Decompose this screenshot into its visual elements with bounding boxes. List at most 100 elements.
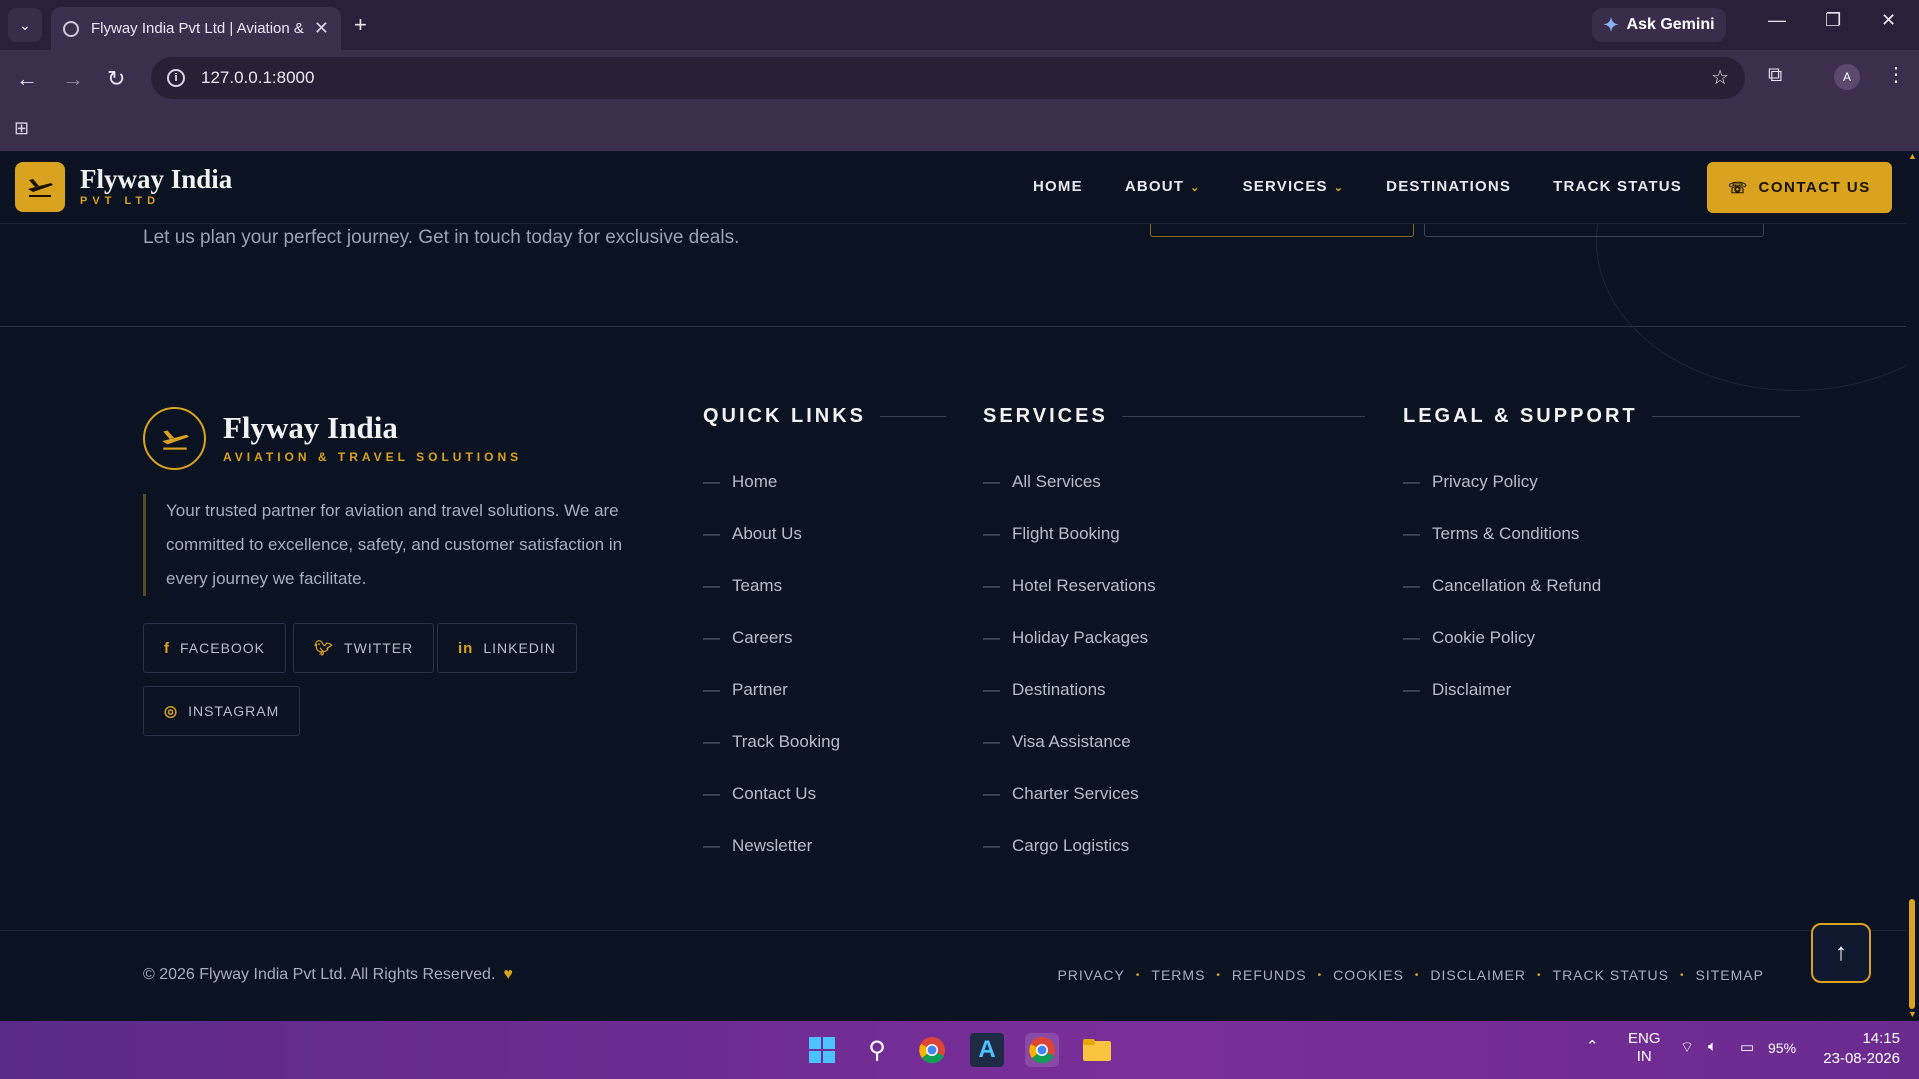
quick-links-list: — Home — About Us — Teams — Careers — Partner… (703, 472, 840, 888)
linkedin-button[interactable]: in LINKEDIN (437, 623, 577, 673)
forward-icon[interactable]: → (62, 66, 84, 92)
volume-icon[interactable]: 🔈︎ (1708, 1038, 1717, 1055)
close-tab-icon[interactable]: ✕ (314, 18, 329, 39)
ask-gemini-button[interactable]: ✦ Ask Gemini (1592, 8, 1726, 42)
nav-track-status[interactable]: TRACK STATUS (1553, 178, 1682, 195)
lang-text: ENG (1628, 1030, 1661, 1047)
list-item[interactable]: — Home (703, 472, 840, 524)
ask-gemini-label: Ask Gemini (1626, 16, 1715, 33)
chrome-active-icon[interactable] (1025, 1033, 1059, 1067)
list-item[interactable]: — Holiday Packages (983, 628, 1156, 680)
divider (880, 416, 946, 417)
file-explorer-icon[interactable] (1080, 1033, 1114, 1067)
browser-tab[interactable]: Flyway India Pvt Ltd | Aviation & ✕ (51, 7, 341, 50)
new-tab-button[interactable]: + (354, 12, 367, 38)
scrollbar-thumb[interactable] (1909, 899, 1915, 1009)
bottom-link-cookies[interactable]: COOKIES (1333, 967, 1404, 983)
logo-plane-icon[interactable] (15, 162, 65, 212)
legal-list: — Privacy Policy — Terms & Conditions — Can… (1403, 472, 1601, 732)
list-item[interactable]: — Disclaimer (1403, 680, 1601, 732)
restore-button[interactable]: ❐ (1825, 10, 1841, 31)
separator-dot: • (1216, 969, 1221, 981)
link-label: Flight Booking (1012, 524, 1120, 543)
link-label: About Us (732, 524, 802, 543)
logo-name[interactable]: Flyway India (80, 164, 232, 195)
facebook-button[interactable]: f FACEBOOK (143, 623, 287, 673)
list-item[interactable]: — Cargo Logistics (983, 836, 1156, 888)
address-bar[interactable]: i 127.0.0.1:8000 ☆ (151, 57, 1745, 99)
language-indicator[interactable]: ENG IN (1628, 1030, 1661, 1066)
scroll-down-arrow-icon[interactable]: ▼ (1908, 1009, 1917, 1019)
back-icon[interactable]: ← (16, 66, 38, 92)
list-item[interactable]: — Charter Services (983, 784, 1156, 836)
list-item[interactable]: — Track Booking (703, 732, 840, 784)
list-item[interactable]: — Teams (703, 576, 840, 628)
windows-start-icon[interactable] (805, 1033, 839, 1067)
bottom-link-disclaimer[interactable]: DISCLAIMER (1430, 967, 1526, 983)
contact-us-button[interactable]: ☏ CONTACT US (1707, 162, 1892, 213)
list-item[interactable]: — Newsletter (703, 836, 840, 888)
cta-text: Let us plan your perfect journey. Get in… (143, 227, 740, 248)
apps-grid-icon[interactable]: ⊞ (14, 118, 29, 139)
footer-bottom-links: PRIVACY • TERMS • REFUNDS • COOKIES • DISCLA… (1057, 967, 1764, 983)
profile-avatar[interactable]: A (1834, 64, 1860, 90)
list-item[interactable]: — Flight Booking (983, 524, 1156, 576)
services-heading: SERVICES (983, 405, 1365, 428)
services-title: SERVICES (983, 405, 1108, 427)
chevron-down-icon: ⌄ (1190, 182, 1201, 194)
globe-icon (63, 20, 79, 37)
bottom-link-terms[interactable]: TERMS (1151, 967, 1205, 983)
menu-dots-icon[interactable]: ⋮ (1886, 62, 1906, 87)
page-scrollbar[interactable]: ▲ ▼ (1906, 151, 1919, 1021)
nav-services-label: SERVICES (1242, 178, 1328, 195)
list-item[interactable]: — Destinations (983, 680, 1156, 732)
bottom-link-privacy[interactable]: PRIVACY (1057, 967, 1124, 983)
list-item[interactable]: — Cancellation & Refund (1403, 576, 1601, 628)
list-item[interactable]: — Visa Assistance (983, 732, 1156, 784)
link-label: Visa Assistance (1012, 732, 1131, 751)
clock[interactable]: 14:15 23-08-2026 (1818, 1029, 1900, 1069)
scroll-to-top-button[interactable]: ↑ (1811, 923, 1871, 983)
bottom-link-sitemap[interactable]: SITEMAP (1696, 967, 1764, 983)
extensions-icon[interactable]: ⧉ (1768, 64, 1782, 87)
headset-icon: ☏ (1728, 179, 1749, 197)
bookmark-star-icon[interactable]: ☆ (1711, 65, 1729, 90)
close-window-button[interactable]: ✕ (1881, 10, 1896, 31)
link-label: Holiday Packages (1012, 628, 1149, 647)
list-item[interactable]: — Cookie Policy (1403, 628, 1601, 680)
list-item[interactable]: — Contact Us (703, 784, 840, 836)
chevron-up-icon[interactable]: ⌃ (1586, 1037, 1599, 1055)
nav-about[interactable]: ABOUT ⌄ (1125, 178, 1201, 195)
list-item[interactable]: — Privacy Policy (1403, 472, 1601, 524)
twitter-button[interactable]: 🐦︎ TWITTER (293, 623, 435, 673)
list-item[interactable]: — All Services (983, 472, 1156, 524)
instagram-button[interactable]: ◎ INSTAGRAM (143, 686, 301, 736)
nav-destinations[interactable]: DESTINATIONS (1386, 178, 1511, 195)
legal-heading: LEGAL & SUPPORT (1403, 405, 1800, 428)
nav-home[interactable]: HOME (1033, 178, 1083, 195)
twitter-label: TWITTER (344, 640, 414, 656)
minimize-button[interactable]: — (1768, 10, 1786, 31)
link-label: Careers (732, 628, 793, 647)
battery-icon[interactable]: ▭ (1740, 1038, 1754, 1056)
list-item[interactable]: — Careers (703, 628, 840, 680)
separator-dot: • (1537, 969, 1542, 981)
tab-list-button[interactable]: ⌄ (8, 8, 42, 42)
search-icon[interactable]: ⚲ (860, 1033, 894, 1067)
bottom-link-refunds[interactable]: REFUNDS (1232, 967, 1307, 983)
reload-icon[interactable]: ↻ (107, 66, 125, 92)
list-item[interactable]: — Hotel Reservations (983, 576, 1156, 628)
app-a-icon[interactable]: A (970, 1033, 1004, 1067)
bottom-link-track-status[interactable]: TRACK STATUS (1553, 967, 1670, 983)
site-info-icon[interactable]: i (167, 69, 185, 87)
list-item[interactable]: — Partner (703, 680, 840, 732)
nav-services[interactable]: SERVICES ⌄ (1243, 178, 1345, 195)
list-item[interactable]: — About Us (703, 524, 840, 576)
chrome-icon[interactable] (915, 1033, 949, 1067)
linkedin-icon: in (458, 639, 474, 657)
list-item[interactable]: — Terms & Conditions (1403, 524, 1601, 576)
link-label: Cancellation & Refund (1432, 576, 1602, 595)
scroll-up-arrow-icon[interactable]: ▲ (1908, 151, 1917, 161)
copyright: © 2026 Flyway India Pvt Ltd. All Rights … (143, 966, 513, 984)
wifi-icon[interactable]: ⌔ (1680, 1038, 1694, 1057)
